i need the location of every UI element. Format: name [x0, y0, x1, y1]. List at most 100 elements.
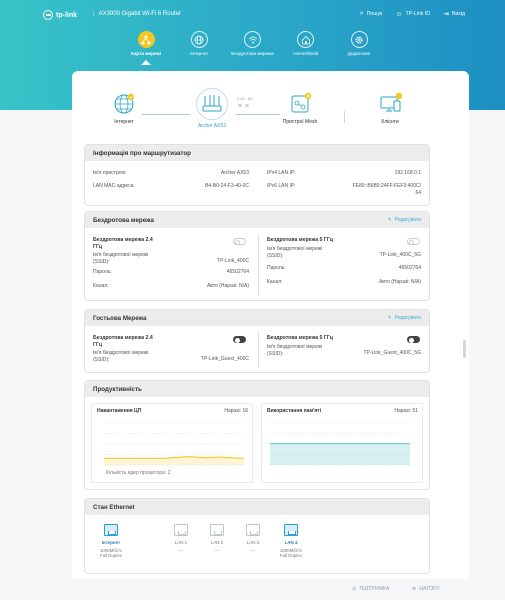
- wireless-5-title: Бездротова мережа 5 ГГц: [267, 237, 333, 243]
- wireless-5-ssid-value: TP-Link_400C_5G: [379, 252, 421, 258]
- support-icon: ◎: [352, 586, 357, 592]
- network-topology: Інтернет Archer AX53 2.4G 5G ≋ ≋ Пристро…: [72, 86, 469, 146]
- memory-label: Використання пам'яті: [267, 408, 322, 414]
- guest-header: Гостьова Мережа ✎ Редагувати: [85, 310, 429, 326]
- nav-homeshield[interactable]: HomeShield: [280, 31, 332, 67]
- ethernet-port-lan1: LAN 1 ---: [161, 524, 201, 553]
- main-nav: Карта мережі Інтернет Бездротова мережа …: [120, 31, 385, 67]
- ethernet-port-lan4: LAN 4 1000Мбіт/с Full Duplex: [271, 524, 311, 558]
- guest-24-toggle[interactable]: [233, 336, 246, 343]
- wireless-24-password-value: 46502764: [226, 269, 249, 275]
- network-map-icon: [137, 31, 155, 48]
- cpu-chart: [104, 422, 244, 466]
- ethernet-port-icon: [284, 524, 298, 536]
- ethernet-port-internet: Інтернет 1000Мбіт/с Full Duplex: [91, 524, 131, 558]
- performance-title: Продуктивність: [93, 385, 142, 393]
- wireless-24-ssid-label: Ім'я бездротової мережі (SSID):: [93, 252, 149, 265]
- nav-wireless[interactable]: Бездротова мережа: [227, 31, 279, 67]
- wireless-5-password-label: Пароль:: [267, 265, 286, 271]
- search-button[interactable]: ⌕ Пошук: [360, 10, 383, 18]
- wireless-column-divider: [258, 234, 259, 296]
- memory-chart: [270, 422, 410, 466]
- device-name-label: Ім'я пристрою:: [93, 170, 127, 176]
- scrollbar-thumb[interactable]: [463, 340, 466, 358]
- device-name-value: Archer AX53: [220, 170, 249, 176]
- back-to-top-button[interactable]: ⊕ НАГОРУ: [412, 586, 440, 592]
- guest-5-ssid-label: Ім'я бездротової мережі (SSID):: [267, 344, 323, 357]
- band-5-label: 5G: [247, 97, 253, 101]
- ethernet-port-lan3: LAN 3 ---: [233, 524, 273, 553]
- wireless-5-ssid-label: Ім'я бездротової мережі (SSID):: [267, 246, 323, 259]
- topology-clients[interactable]: Клієнти: [365, 92, 415, 125]
- gear-icon: [350, 31, 368, 48]
- cpu-now-value: 16: [242, 408, 248, 414]
- router-info-header: Інформація про маршрутизатор: [85, 145, 429, 161]
- top-header: tp-link | AX3000 Gigabit Wi-Fi 6 Router ⌕…: [0, 0, 505, 30]
- topology-mesh[interactable]: Пристрої Mesh: [275, 92, 325, 125]
- ethernet-status-card: Стан Ethernet Інтернет 1000Мбіт/с Full D…: [84, 498, 430, 574]
- ipv4-value: 192.168.0.1: [394, 170, 421, 176]
- memory-now-value: 51: [412, 408, 418, 414]
- ipv6-value-suffix: 64: [415, 190, 421, 196]
- wireless-24-channel-label: Канал:: [93, 283, 109, 289]
- search-icon: ⌕: [359, 10, 364, 17]
- memory-chart-box: Використання пам'яті Наразі: 51: [261, 403, 423, 483]
- ipv4-label: IPv4 LAN IP:: [267, 170, 296, 176]
- wireless-5-channel-value: Авто (Наразі: N/A): [378, 279, 421, 285]
- clients-icon: [378, 92, 402, 116]
- guest-24-ssid-label: Ім'я бездротової мережі (SSID):: [93, 350, 149, 363]
- topology-divider: [344, 111, 345, 123]
- performance-card: Продуктивність Навантаження ЦП Наразі: 1…: [84, 380, 430, 490]
- guest-5-toggle[interactable]: [407, 336, 420, 343]
- ethernet-port-icon: [174, 524, 188, 536]
- topology-internet[interactable]: Інтернет: [99, 92, 149, 125]
- ipv6-label: IPv6 LAN IP:: [267, 183, 296, 189]
- wireless-24-password-label: Пароль:: [93, 269, 112, 275]
- wifi-signal-icon: ≋ ≋: [238, 103, 250, 109]
- ethernet-port-icon: [104, 524, 118, 536]
- header-actions: ⌕ Пошук ☺ TP-Link ID ⇥ Вихід: [360, 10, 465, 18]
- tplink-id-button[interactable]: ☺ TP-Link ID: [395, 10, 430, 18]
- wireless-5-password-value: 46502764: [398, 265, 421, 271]
- router-label: Archer AX53: [197, 123, 227, 129]
- arrow-up-icon: ⊕: [412, 586, 417, 592]
- model-name: | AX3000 Gigabit Wi-Fi 6 Router: [93, 11, 181, 17]
- band-24-label: 2.4G: [237, 97, 245, 101]
- wireless-5-toggle[interactable]: [407, 238, 420, 245]
- wireless-24-toggle[interactable]: [233, 238, 246, 245]
- user-icon: ☺: [395, 10, 403, 18]
- lan-mac-label: LAN MAC-адреса:: [93, 183, 135, 189]
- router-icon: [196, 88, 228, 120]
- nav-network-map[interactable]: Карта мережі: [120, 31, 172, 67]
- cpu-cores-label: Кількість ядер процесора: 2: [106, 470, 171, 476]
- router-mesh-link-line: [236, 114, 280, 115]
- support-button[interactable]: ◎ ПІДТРИМКА: [352, 586, 389, 592]
- ipv6-value: FE80::B6B0:24FF:FEF3:400C/: [352, 183, 421, 189]
- wireless-edit-link[interactable]: ✎ Редагувати: [388, 217, 421, 223]
- guest-column-divider: [258, 332, 259, 368]
- tplink-logo-icon: [43, 10, 53, 20]
- edit-icon: ✎: [387, 217, 392, 223]
- mesh-label: Пристрої Mesh: [282, 119, 318, 125]
- nav-advanced[interactable]: Додатково: [333, 31, 385, 67]
- guest-24-ssid-value: TP-Link_Guest_400C: [200, 356, 249, 362]
- homeshield-icon: [297, 31, 315, 48]
- logout-icon: ⇥: [442, 11, 449, 18]
- series-area: [270, 443, 410, 465]
- memory-now: Наразі: 51: [394, 408, 418, 414]
- exit-button[interactable]: ⇥ Вихід: [443, 10, 465, 18]
- performance-header: Продуктивність: [85, 381, 429, 397]
- ethernet-header: Стан Ethernet: [85, 499, 429, 515]
- guest-edit-link[interactable]: ✎ Редагувати: [388, 315, 421, 321]
- topology-router[interactable]: Archer AX53: [190, 88, 234, 129]
- edit-icon: ✎: [387, 315, 392, 321]
- guest-5-title: Бездротова мережа 5 ГГц: [267, 335, 333, 341]
- cpu-label: Навантаження ЦП: [97, 408, 142, 414]
- tplink-logo[interactable]: tp-link: [43, 10, 77, 20]
- ethernet-port-icon: [246, 524, 260, 536]
- globe-icon: [112, 92, 136, 116]
- nav-internet[interactable]: Інтернет: [173, 31, 225, 67]
- guest-5-ssid-value: TP-Link_Guest_400C_5G: [363, 350, 421, 356]
- internet-label: Інтернет: [114, 119, 134, 125]
- mesh-icon: [288, 92, 312, 116]
